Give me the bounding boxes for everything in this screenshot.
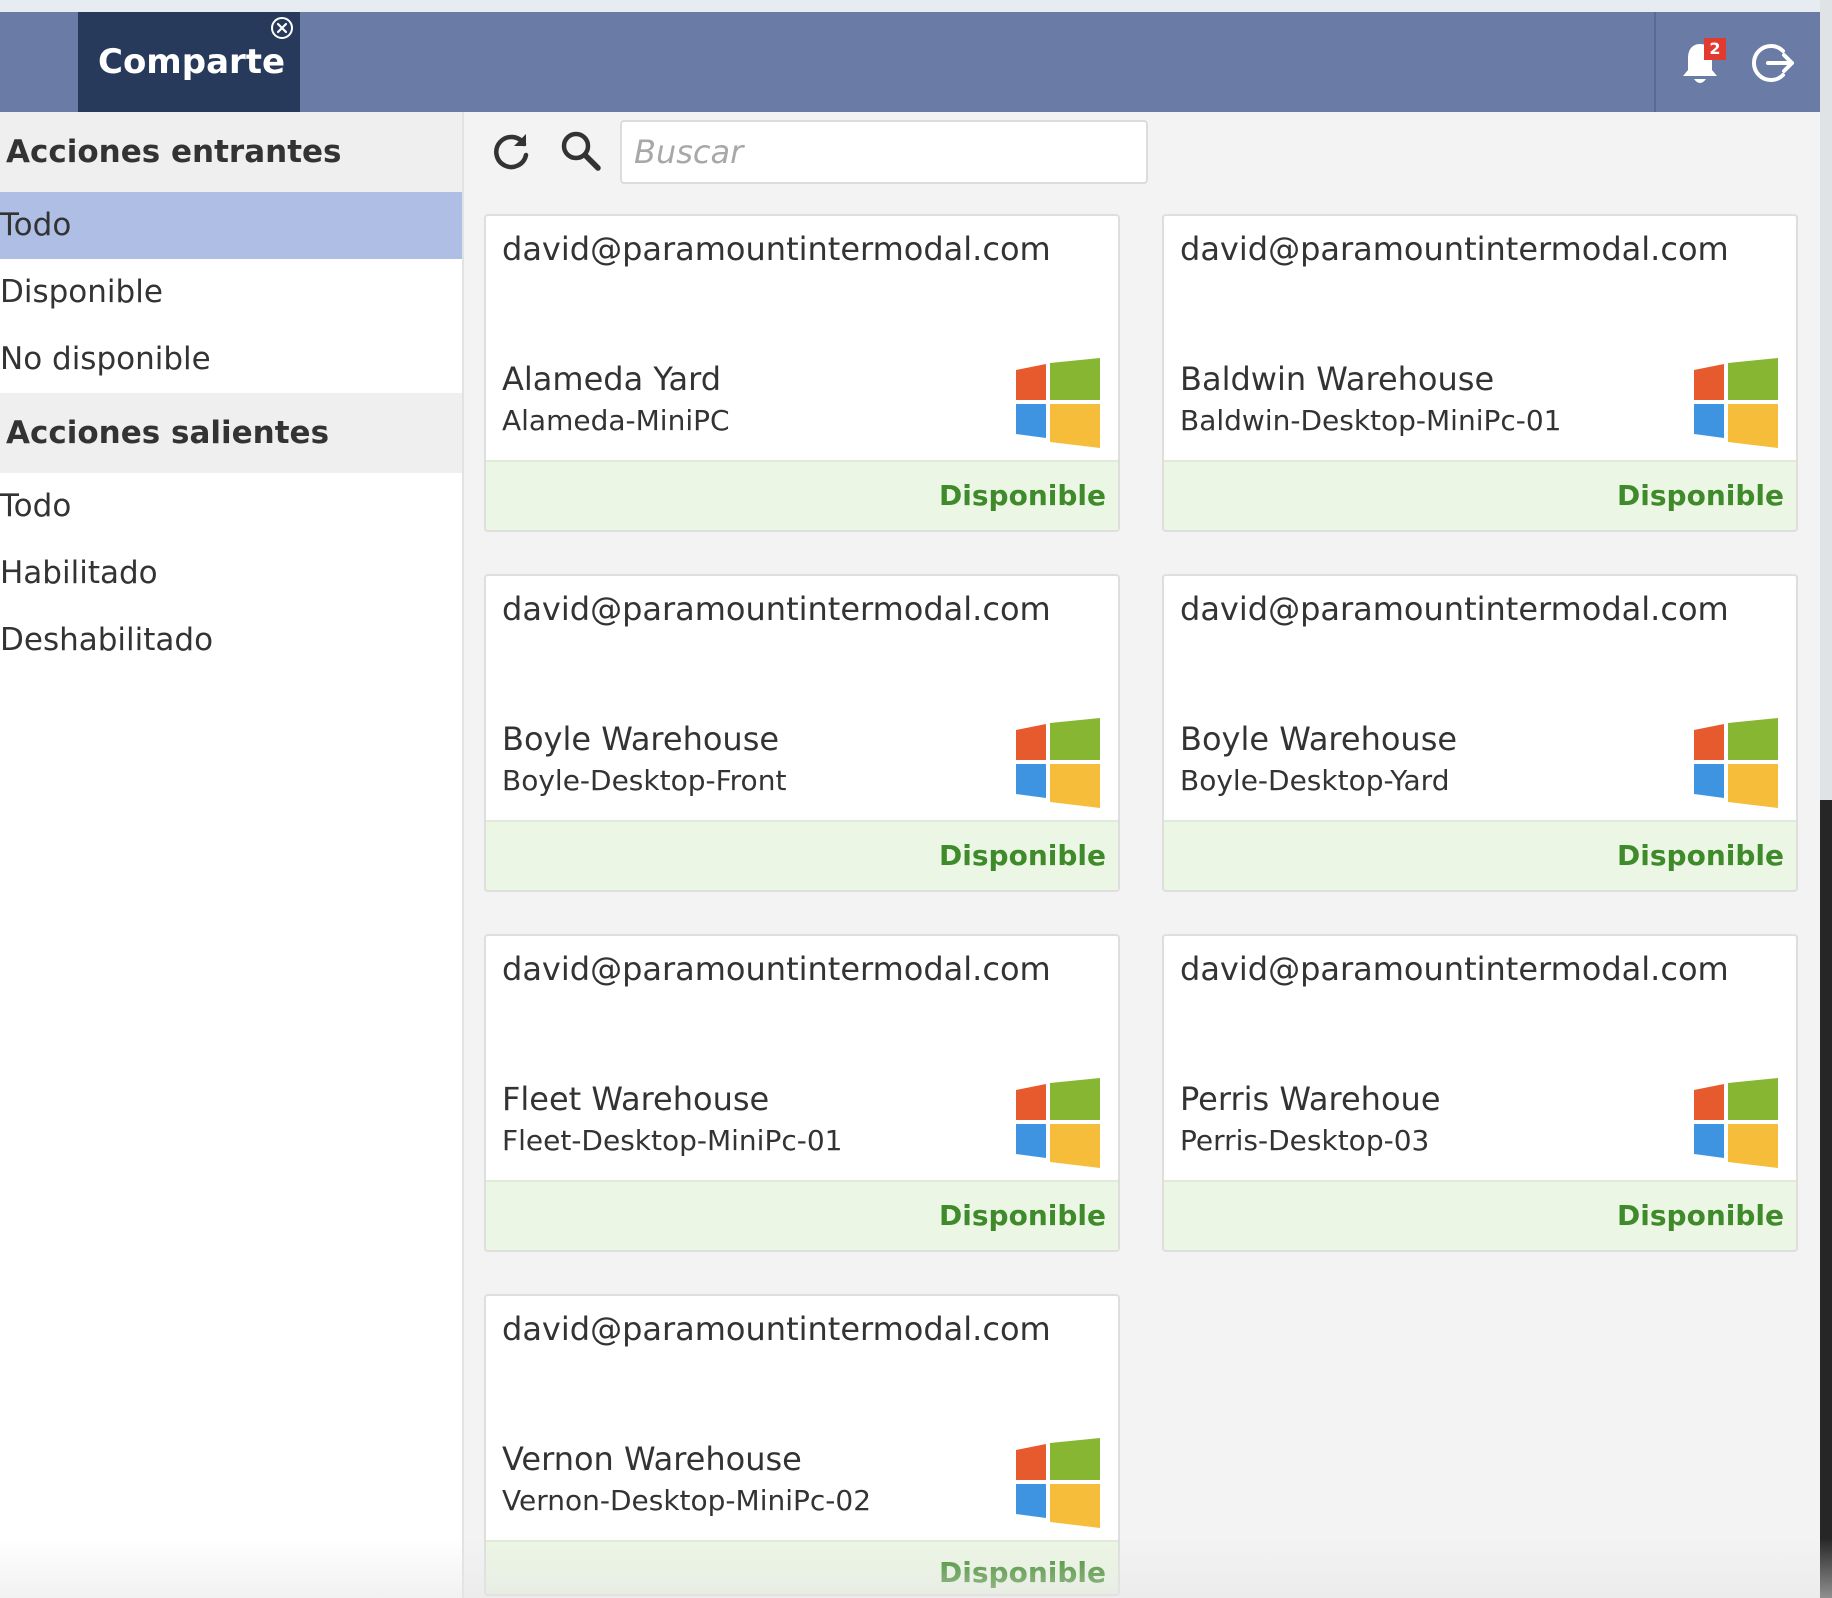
notifications-button[interactable]: 2 <box>1680 38 1728 88</box>
status-label: Disponible <box>939 1556 1106 1589</box>
status-label: Disponible <box>939 839 1106 872</box>
toolbar <box>464 112 1820 194</box>
card-footer: Disponible <box>486 460 1118 530</box>
sidebar: Acciones entrantes Todo Disponible No di… <box>0 112 464 1598</box>
share-card[interactable]: david@paramountintermodal.com Boyle Ware… <box>1162 574 1798 892</box>
card-name: Boyle Warehouse <box>1180 720 1458 758</box>
status-label: Disponible <box>939 1199 1106 1232</box>
card-host: Boyle-Desktop-Yard <box>1180 764 1450 797</box>
card-footer: Disponible <box>486 1180 1118 1250</box>
card-email: david@paramountintermodal.com <box>502 1310 1051 1348</box>
refresh-icon[interactable] <box>488 128 534 174</box>
card-name: Alameda Yard <box>502 360 721 398</box>
apps-menu-button[interactable] <box>0 12 76 146</box>
share-card[interactable]: david@paramountintermodal.com Alameda Ya… <box>484 214 1120 532</box>
search-input[interactable] <box>620 120 1148 184</box>
card-footer: Disponible <box>1164 460 1796 530</box>
nav-outgoing-disabled[interactable]: Deshabilitado <box>0 607 462 674</box>
right-edge-strip <box>1820 0 1832 1598</box>
nav-outgoing-enabled[interactable]: Habilitado <box>0 540 462 607</box>
windows-icon <box>1016 358 1100 448</box>
nav-incoming-unavailable[interactable]: No disponible <box>0 326 462 393</box>
share-card[interactable]: david@paramountintermodal.com Vernon War… <box>484 1294 1120 1596</box>
status-label: Disponible <box>939 479 1106 512</box>
nav-incoming-available[interactable]: Disponible <box>0 259 462 326</box>
windows-icon <box>1694 718 1778 808</box>
app-header: Comparte 2 <box>0 12 1820 146</box>
close-tab-icon[interactable] <box>270 16 294 40</box>
card-name: Boyle Warehouse <box>502 720 780 758</box>
share-card[interactable]: david@paramountintermodal.com Fleet Ware… <box>484 934 1120 1252</box>
share-card[interactable]: david@paramountintermodal.com Baldwin Wa… <box>1162 214 1798 532</box>
app-tab-comparte[interactable]: Comparte <box>78 12 300 112</box>
card-host: Fleet-Desktop-MiniPc-01 <box>502 1124 843 1157</box>
windows-icon <box>1016 1438 1100 1528</box>
windows-icon <box>1694 1078 1778 1168</box>
incoming-section-title: Acciones entrantes <box>0 112 462 192</box>
nav-incoming-all[interactable]: Todo <box>0 192 462 259</box>
outgoing-section-title: Acciones salientes <box>0 393 462 473</box>
card-host: Boyle-Desktop-Front <box>502 764 787 797</box>
card-footer: Disponible <box>486 1540 1118 1594</box>
header-separator <box>1654 12 1656 112</box>
card-email: david@paramountintermodal.com <box>502 590 1051 628</box>
nav-outgoing-all[interactable]: Todo <box>0 473 462 540</box>
card-name: Fleet Warehouse <box>502 1080 770 1118</box>
card-host: Alameda-MiniPC <box>502 404 730 437</box>
card-email: david@paramountintermodal.com <box>1180 230 1729 268</box>
card-footer: Disponible <box>486 820 1118 890</box>
card-email: david@paramountintermodal.com <box>502 950 1051 988</box>
card-host: Baldwin-Desktop-MiniPc-01 <box>1180 404 1562 437</box>
card-email: david@paramountintermodal.com <box>1180 950 1729 988</box>
windows-icon <box>1016 1078 1100 1168</box>
card-host: Perris-Desktop-03 <box>1180 1124 1430 1157</box>
card-footer: Disponible <box>1164 820 1796 890</box>
main-content: david@paramountintermodal.com Alameda Ya… <box>464 112 1820 1598</box>
card-email: david@paramountintermodal.com <box>1180 590 1729 628</box>
share-card[interactable]: david@paramountintermodal.com Perris War… <box>1162 934 1798 1252</box>
windows-icon <box>1016 718 1100 808</box>
card-name: Baldwin Warehouse <box>1180 360 1495 398</box>
logout-icon[interactable] <box>1750 40 1796 86</box>
search-icon[interactable] <box>558 128 604 174</box>
card-name: Perris Warehoue <box>1180 1080 1441 1118</box>
windows-icon <box>1694 358 1778 448</box>
top-border <box>0 0 1832 12</box>
app-title: Comparte <box>98 42 286 82</box>
share-card[interactable]: david@paramountintermodal.com Boyle Ware… <box>484 574 1120 892</box>
card-email: david@paramountintermodal.com <box>502 230 1051 268</box>
status-label: Disponible <box>1617 1199 1784 1232</box>
card-host: Vernon-Desktop-MiniPc-02 <box>502 1484 872 1517</box>
status-label: Disponible <box>1617 479 1784 512</box>
right-edge-dark <box>1820 800 1832 1598</box>
notification-badge: 2 <box>1704 38 1726 60</box>
status-label: Disponible <box>1617 839 1784 872</box>
card-footer: Disponible <box>1164 1180 1796 1250</box>
card-name: Vernon Warehouse <box>502 1440 802 1478</box>
